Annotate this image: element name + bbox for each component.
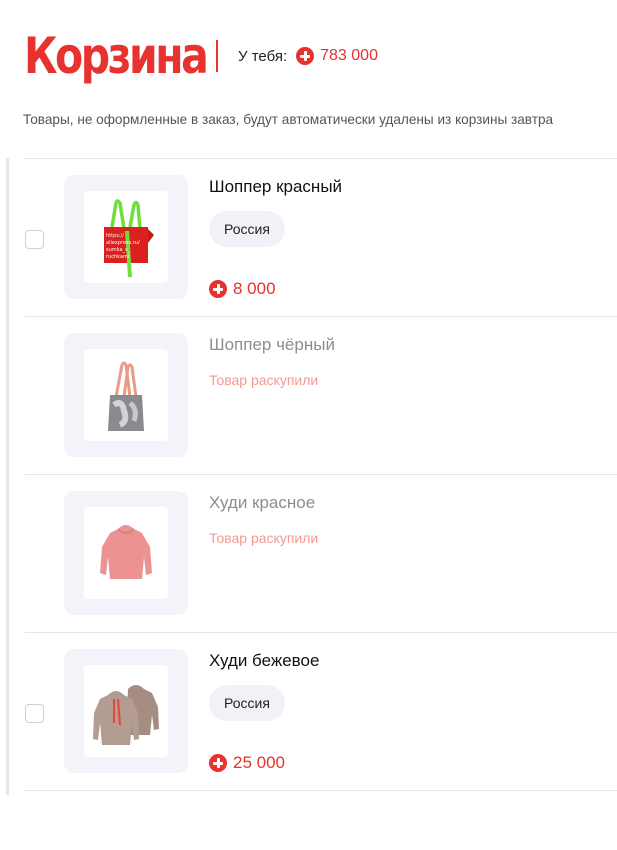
- red-shopper-image: https:// aliexpress.ru/ sumka_s_ ruchkam…: [104, 199, 154, 277]
- bag-print-line: aliexpress.ru/: [106, 240, 140, 246]
- cart-item: Худи бежевое Россия 25 000: [25, 633, 617, 791]
- beige-hoodie-image: [93, 685, 159, 745]
- balance-value: 783 000: [320, 47, 378, 64]
- scroll-track[interactable]: [6, 158, 9, 795]
- cart-list: https:// aliexpress.ru/ sumka_s_ ruchkam…: [25, 158, 617, 791]
- coin-icon: [209, 754, 227, 772]
- product-thumbnail[interactable]: [64, 333, 188, 457]
- bag-print-line: sumka_s_: [106, 247, 131, 253]
- product-price: 8 000: [209, 279, 276, 299]
- black-shopper-image: [108, 361, 144, 431]
- product-price: 25 000: [209, 753, 285, 773]
- price-value: 8 000: [233, 279, 276, 298]
- product-image-area: [84, 507, 168, 599]
- sold-out-label: Товар раскупили: [209, 530, 319, 546]
- product-name[interactable]: Шоппер красный: [209, 177, 342, 197]
- product-image-area: [84, 349, 168, 441]
- red-hoodie-image: [100, 525, 152, 579]
- product-thumbnail[interactable]: [64, 491, 188, 615]
- cart-item: https:// aliexpress.ru/ sumka_s_ ruchkam…: [25, 159, 617, 317]
- product-name[interactable]: Худи красное: [209, 493, 315, 513]
- sold-out-label: Товар раскупили: [209, 372, 319, 388]
- cart-item: Шоппер чёрный Товар раскупили: [25, 317, 617, 475]
- coin-icon: [209, 280, 227, 298]
- item-checkbox[interactable]: [25, 704, 44, 723]
- bag-print-line: https://: [106, 233, 124, 239]
- title-divider: [216, 40, 218, 72]
- price-value: 25 000: [233, 753, 285, 772]
- balance-label: У тебя:: [238, 47, 288, 65]
- coin-icon: [296, 47, 315, 65]
- cart-notice: Товары, не оформленные в заказ, будут ав…: [23, 112, 554, 127]
- bag-print-line: ruchkami: [106, 254, 129, 260]
- cart-header: Корзина У тебя: 783 000: [24, 26, 378, 86]
- region-badge: Россия: [209, 685, 285, 721]
- cart-item: Худи красное Товар раскупили: [25, 475, 617, 633]
- product-image-area: https:// aliexpress.ru/ sumka_s_ ruchkam…: [84, 191, 168, 283]
- product-thumbnail[interactable]: https:// aliexpress.ru/ sumka_s_ ruchkam…: [64, 175, 188, 299]
- product-name[interactable]: Шоппер чёрный: [209, 335, 335, 355]
- page-title: Корзина: [24, 27, 209, 85]
- product-thumbnail[interactable]: [64, 649, 188, 773]
- item-checkbox[interactable]: [25, 230, 44, 249]
- region-badge: Россия: [209, 211, 285, 247]
- product-image-area: [84, 665, 168, 757]
- product-name[interactable]: Худи бежевое: [209, 651, 319, 671]
